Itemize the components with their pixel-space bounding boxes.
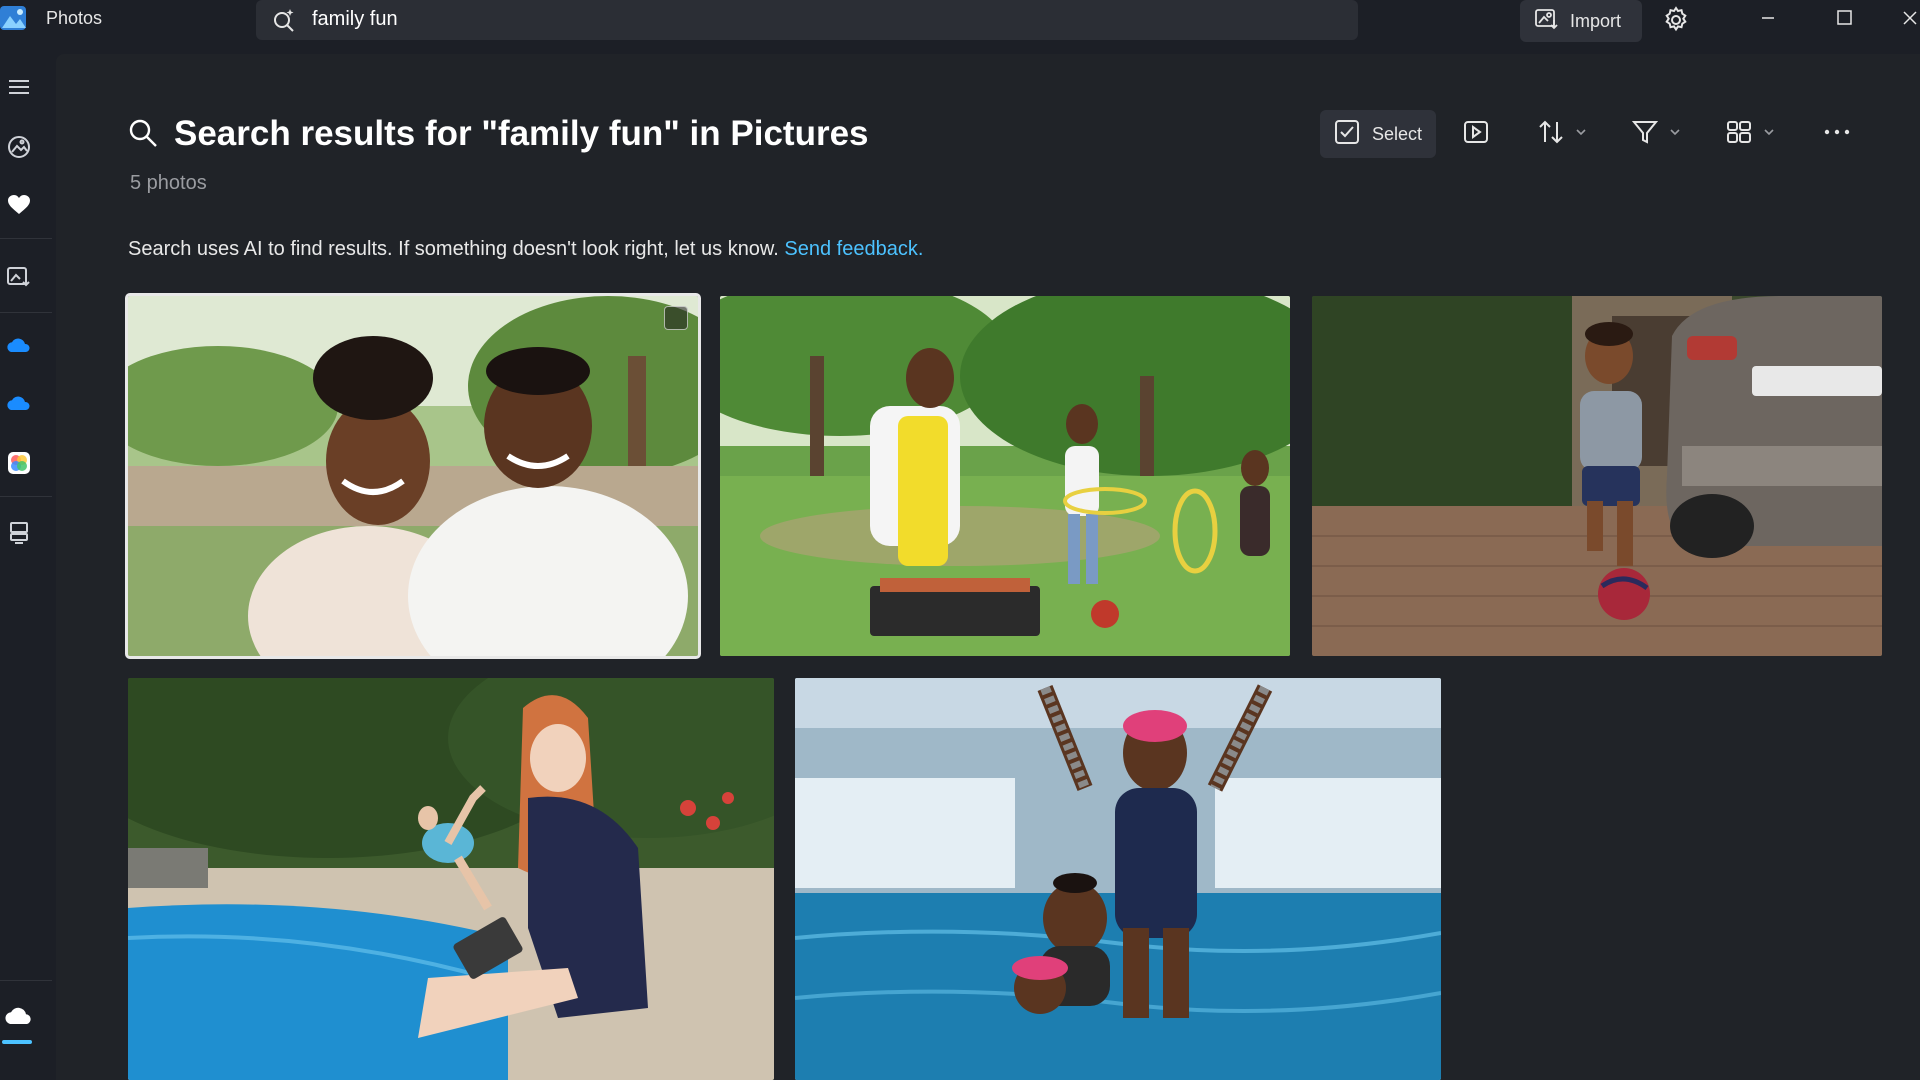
photo-tile[interactable] bbox=[1312, 296, 1882, 656]
boy-soccer-photo bbox=[1312, 296, 1882, 656]
maximize-icon[interactable] bbox=[1828, 4, 1860, 32]
chevron-down-icon bbox=[1574, 125, 1588, 144]
photos-app-logo-icon bbox=[0, 4, 28, 32]
favorites-heart-icon[interactable] bbox=[2, 188, 36, 222]
rail-divider bbox=[0, 238, 52, 239]
apple-icloud-icon[interactable] bbox=[2, 446, 36, 480]
close-icon[interactable] bbox=[1898, 4, 1920, 32]
rail-divider bbox=[0, 312, 52, 313]
external-device-icon[interactable] bbox=[2, 516, 36, 550]
more-options-button[interactable] bbox=[1822, 114, 1852, 154]
couple-hugging-photo bbox=[128, 296, 698, 656]
rail-active-indicator bbox=[2, 1040, 32, 1044]
search-ai-icon bbox=[270, 6, 298, 34]
rail-divider bbox=[0, 980, 52, 981]
gallery-icon[interactable] bbox=[2, 130, 36, 164]
photo-tile[interactable] bbox=[125, 293, 701, 659]
minimize-icon[interactable] bbox=[1752, 4, 1784, 32]
photo-count: 5 photos bbox=[130, 172, 207, 194]
filter-button[interactable] bbox=[1630, 114, 1682, 154]
grid-layout-icon bbox=[1724, 117, 1754, 152]
import-button[interactable]: Import bbox=[1520, 0, 1642, 42]
photo-tile[interactable] bbox=[795, 678, 1441, 1080]
family-barbecue-photo bbox=[720, 296, 1290, 656]
view-layout-button[interactable] bbox=[1724, 114, 1776, 154]
checkbox-icon bbox=[1334, 119, 1360, 150]
navigation-rail bbox=[0, 54, 54, 1080]
select-label: Select bbox=[1372, 123, 1423, 144]
menu-icon[interactable] bbox=[2, 70, 36, 104]
filter-icon bbox=[1630, 117, 1660, 152]
settings-gear-icon[interactable] bbox=[1660, 4, 1692, 36]
search-icon bbox=[126, 116, 160, 150]
search-box[interactable] bbox=[256, 0, 1358, 40]
onedrive-folder-icon[interactable] bbox=[2, 388, 36, 422]
more-icon bbox=[1822, 117, 1852, 152]
chevron-down-icon bbox=[1762, 125, 1776, 144]
slideshow-button[interactable] bbox=[1462, 114, 1490, 154]
onedrive-icon[interactable] bbox=[2, 330, 36, 364]
send-feedback-link[interactable]: Send feedback. bbox=[784, 238, 923, 260]
sort-icon bbox=[1536, 117, 1566, 152]
title-bar: Photos Import bbox=[0, 0, 1920, 54]
import-label: Import bbox=[1570, 10, 1622, 31]
import-icon bbox=[1534, 6, 1560, 37]
select-button[interactable]: Select bbox=[1320, 110, 1436, 158]
slideshow-icon bbox=[1462, 118, 1490, 151]
ai-notice-text: Search uses AI to find results. If somet… bbox=[128, 238, 779, 260]
chevron-down-icon bbox=[1668, 125, 1682, 144]
page-title: Search results for "family fun" in Pictu… bbox=[174, 114, 869, 153]
sort-button[interactable] bbox=[1536, 114, 1588, 154]
cloud-icon[interactable] bbox=[2, 1000, 36, 1034]
ai-notice: Search uses AI to find results. If somet… bbox=[128, 238, 923, 261]
photo-tile[interactable] bbox=[128, 678, 774, 1080]
import-icon[interactable] bbox=[2, 260, 36, 294]
search-input[interactable] bbox=[312, 4, 1212, 34]
app-title: Photos bbox=[46, 8, 103, 28]
rail-divider bbox=[0, 496, 52, 497]
woman-pool-laptop-photo bbox=[128, 678, 774, 1080]
photo-tile[interactable] bbox=[720, 296, 1290, 656]
selection-checkbox[interactable] bbox=[664, 306, 688, 330]
girls-swimming-photo bbox=[795, 678, 1441, 1080]
